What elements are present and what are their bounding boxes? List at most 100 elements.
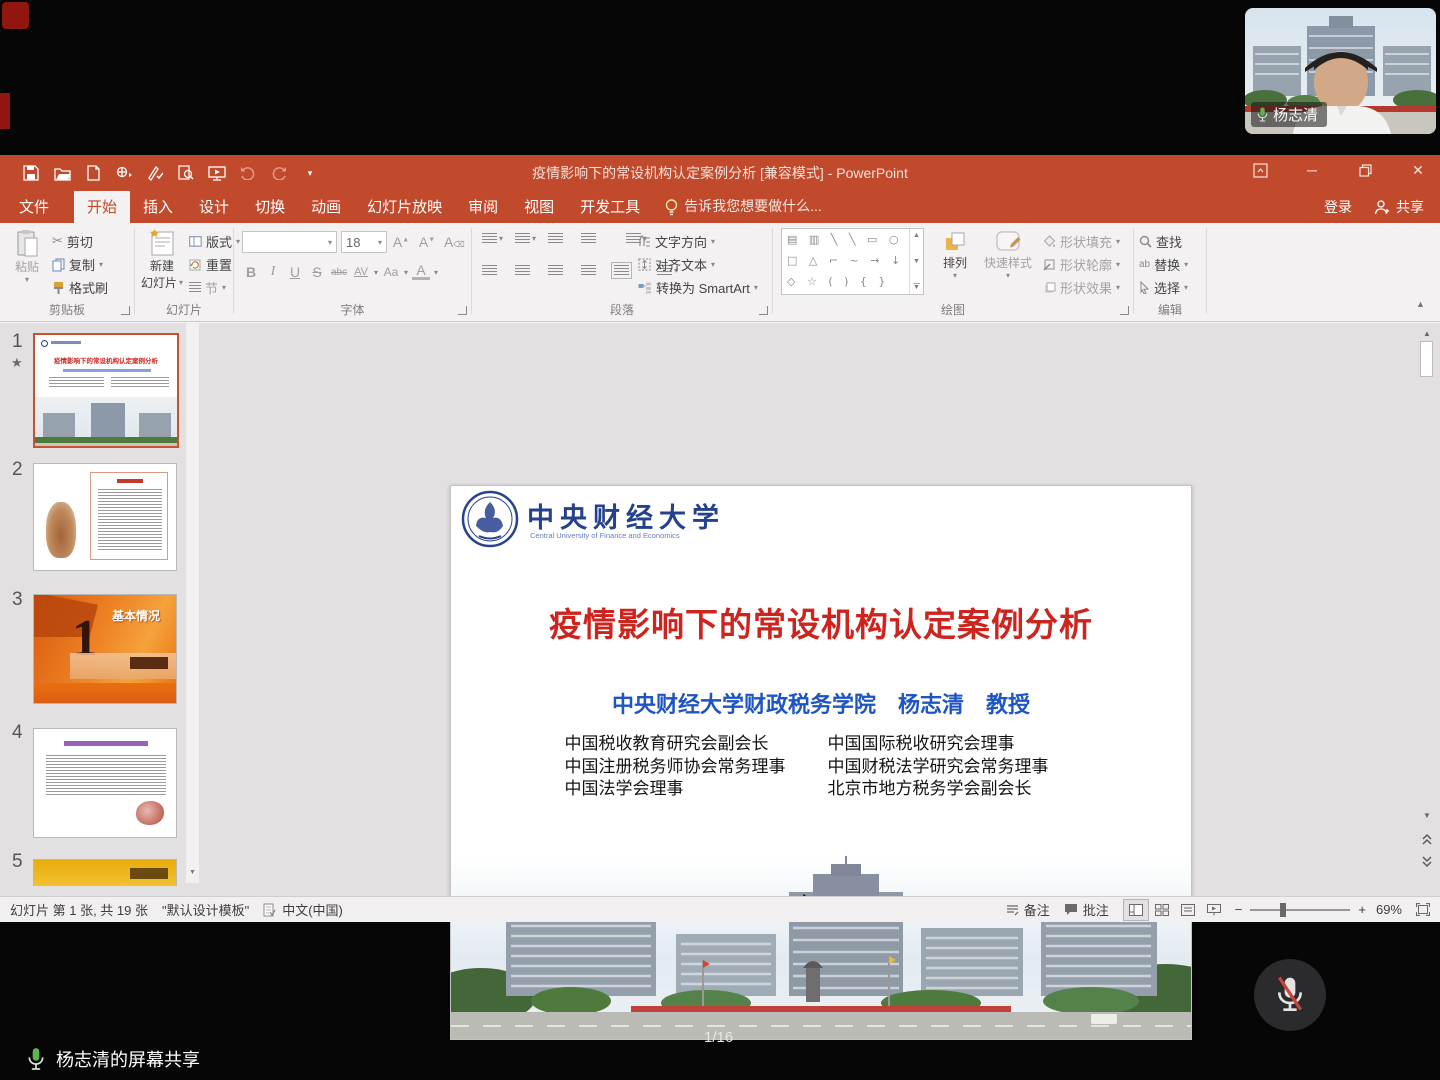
shapes-more-icon[interactable]: ▼ (913, 283, 920, 291)
paragraph-dialog-launcher[interactable] (759, 306, 768, 315)
minimize-icon[interactable]: ─ (1292, 155, 1332, 185)
italic-button[interactable]: I (264, 264, 282, 280)
zoom-slider-knob[interactable] (1280, 903, 1286, 917)
slide-number-status[interactable]: 幻灯片 第 1 张, 共 19 张 (10, 900, 148, 919)
tab-file[interactable]: 文件 (6, 191, 62, 223)
touch-mode-icon[interactable] (113, 162, 135, 184)
close-icon[interactable]: ✕ (1398, 155, 1438, 185)
font-size-combo[interactable]: 18▾ (341, 231, 387, 253)
panel-scroll-down-icon[interactable]: ▼ (189, 869, 196, 876)
distribute-button[interactable] (614, 265, 641, 276)
slide-thumbnail-2[interactable] (33, 463, 177, 571)
mic-muted-button[interactable] (1254, 959, 1326, 1031)
open-icon[interactable] (51, 162, 73, 184)
vertical-scrollbar[interactable]: ▲ ▼ (1419, 323, 1435, 896)
shape-fill-button[interactable]: 形状填充▾ (1043, 230, 1120, 253)
meeting-app-icon[interactable] (2, 2, 29, 29)
fit-to-window-icon[interactable] (1416, 903, 1430, 916)
tab-animations[interactable]: 动画 (298, 191, 354, 223)
webcam-tile[interactable]: 杨志清 (1245, 8, 1436, 134)
paste-button[interactable]: 粘贴 ▾ (8, 229, 46, 284)
clipboard-dialog-launcher[interactable] (121, 306, 130, 315)
slideshow-view-button[interactable] (1201, 899, 1227, 921)
font-color-button[interactable]: A (412, 264, 430, 280)
undo-icon[interactable] (237, 162, 259, 184)
align-center-button[interactable] (515, 265, 542, 276)
tab-view[interactable]: 视图 (511, 191, 567, 223)
arrange-button[interactable]: 排列 ▾ (933, 230, 977, 280)
slide-thumbnail-1[interactable]: 疫情影响下的常设机构认定案例分析 (33, 333, 179, 448)
bold-button[interactable]: B (242, 264, 260, 280)
decrease-indent-button[interactable] (548, 233, 575, 244)
tab-transitions[interactable]: 切换 (242, 191, 298, 223)
copy-button[interactable]: 复制▾ (52, 253, 108, 276)
clear-formatting-button[interactable]: A⌫ (444, 234, 465, 250)
bullets-button[interactable]: ▾ (482, 233, 509, 244)
zoom-out-button[interactable]: − (1235, 902, 1243, 917)
justify-button[interactable] (581, 265, 608, 276)
new-document-icon[interactable] (82, 162, 104, 184)
new-slide-button[interactable]: 新建 幻灯片▾ (139, 229, 185, 291)
spellcheck-status-icon[interactable] (263, 903, 276, 917)
save-icon[interactable] (20, 162, 42, 184)
redo-icon[interactable] (268, 162, 290, 184)
scrollbar-thumb[interactable] (1420, 341, 1433, 377)
numbering-button[interactable]: ▾ (515, 233, 542, 244)
replace-button[interactable]: ab 替换▾ (1139, 253, 1188, 276)
cut-button[interactable]: ✂ 剪切 (52, 230, 108, 253)
find-button[interactable]: 查找 (1139, 230, 1188, 253)
customize-qat-icon[interactable]: ▾ (299, 162, 321, 184)
text-direction-button[interactable]: 文字方向▾ (638, 230, 758, 253)
tab-insert[interactable]: 插入 (130, 191, 186, 223)
select-button[interactable]: 选择▾ (1139, 276, 1188, 299)
notes-toggle[interactable]: 备注 (1006, 900, 1050, 919)
text-shadow-button[interactable]: abc (330, 267, 348, 278)
sign-in-button[interactable]: 登录 (1324, 197, 1352, 217)
tell-me-box[interactable]: 告诉我您想要做什么... (653, 191, 834, 223)
previous-slide-icon[interactable] (1421, 833, 1433, 846)
thumbnail-panel-scrollbar[interactable]: ▼ (186, 323, 199, 883)
change-case-button[interactable]: Aa (382, 265, 400, 279)
print-preview-icon[interactable] (175, 162, 197, 184)
scroll-down-icon[interactable]: ▼ (1419, 807, 1435, 823)
format-painter-button[interactable]: 格式刷 (52, 276, 108, 299)
align-text-button[interactable]: 对齐文本▾ (638, 253, 758, 276)
convert-smartart-button[interactable]: 转换为 SmartArt▾ (638, 276, 758, 299)
tab-design[interactable]: 设计 (186, 191, 242, 223)
share-button[interactable]: 共享 (1374, 197, 1424, 217)
drawing-dialog-launcher[interactable] (1120, 306, 1129, 315)
font-dialog-launcher[interactable] (458, 306, 467, 315)
strikethrough-button[interactable]: S (308, 264, 326, 280)
shapes-gallery[interactable]: ▤ ▥ ╲ ╲ ▭ ○ □ △ ⌐ ~ → ↓ ◇ ☆ ( ) { } ▲ ▼ … (781, 228, 924, 295)
character-spacing-button[interactable]: AV (352, 266, 370, 278)
tab-review[interactable]: 审阅 (455, 191, 511, 223)
shape-outline-button[interactable]: 形状轮廓▾ (1043, 253, 1120, 276)
slide-sorter-view-button[interactable] (1149, 899, 1175, 921)
font-name-combo[interactable]: ▾ (242, 231, 337, 253)
reading-view-button[interactable] (1175, 899, 1201, 921)
zoom-in-button[interactable]: + (1358, 902, 1366, 917)
slide-thumbnail-5[interactable] (33, 859, 177, 886)
shapes-scroll-down-icon[interactable]: ▼ (913, 258, 920, 265)
underline-button[interactable]: U (286, 264, 304, 280)
collapse-ribbon-icon[interactable]: ▲ (1416, 299, 1425, 309)
align-right-button[interactable] (548, 265, 575, 276)
increase-indent-button[interactable] (581, 233, 608, 244)
tab-home[interactable]: 开始 (74, 191, 130, 223)
slide-thumbnail-3[interactable]: 基本情况 1 (33, 594, 177, 704)
shapes-gallery-scrollbar[interactable]: ▲ ▼ ▼ (909, 229, 923, 294)
slide-canvas[interactable]: 中央财经大学 Central University of Finance and… (450, 485, 1192, 1040)
tab-slideshow[interactable]: 幻灯片放映 (354, 191, 455, 223)
zoom-slider[interactable] (1250, 909, 1350, 911)
language-status[interactable]: 中文(中国) (282, 900, 343, 919)
quick-styles-button[interactable]: 快速样式 ▾ (979, 230, 1037, 280)
shape-effects-button[interactable]: 形状效果▾ (1043, 276, 1120, 299)
next-slide-icon[interactable] (1421, 855, 1433, 868)
spelling-icon[interactable] (144, 162, 166, 184)
ribbon-display-options-icon[interactable] (1240, 155, 1280, 185)
comments-toggle[interactable]: 批注 (1064, 900, 1109, 919)
grow-font-button[interactable]: A▲ (392, 234, 410, 250)
zoom-level[interactable]: 69% (1376, 902, 1402, 917)
slideshow-from-start-icon[interactable] (206, 162, 228, 184)
normal-view-button[interactable] (1123, 899, 1149, 921)
